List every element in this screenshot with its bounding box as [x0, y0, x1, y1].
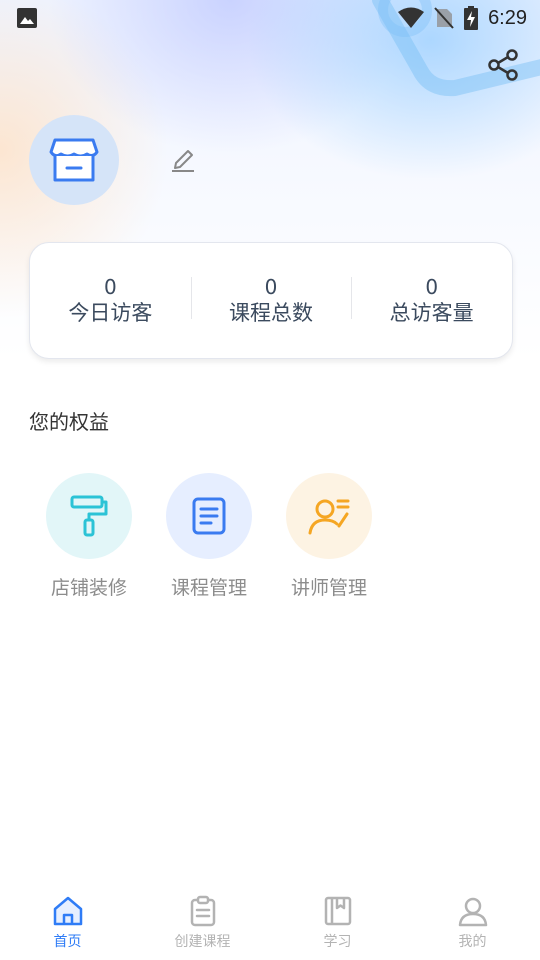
stat-total-courses[interactable]: 0 课程总数 — [190, 274, 352, 327]
document-icon — [192, 497, 226, 535]
stat-value: 0 — [425, 274, 439, 299]
store-icon — [49, 138, 99, 182]
stat-value: 0 — [264, 274, 278, 299]
stat-today-visitors[interactable]: 0 今日访客 — [30, 275, 191, 327]
benefit-label: 讲师管理 — [290, 577, 367, 599]
tab-label: 创建课程 — [174, 934, 231, 950]
benefits-title: 您的权益 — [29, 410, 109, 434]
clipboard-icon — [190, 895, 215, 927]
tab-create-course[interactable]: 创建课程 — [135, 895, 270, 960]
status-time: 6:29 — [488, 6, 527, 29]
stat-value: 0 — [103, 274, 117, 299]
benefit-store-decoration[interactable]: 店铺装修 — [46, 473, 132, 600]
wifi-icon — [398, 7, 425, 28]
stat-label: 课程总数 — [229, 300, 313, 325]
benefits-grid: 店铺装修 课程管理 讲师管理 — [46, 473, 406, 600]
user-icon — [458, 897, 487, 927]
tab-label: 我的 — [458, 934, 487, 950]
benefit-icon-circle — [286, 473, 372, 559]
pencil-icon[interactable] — [170, 145, 196, 173]
book-icon — [324, 896, 351, 926]
stat-total-visitors[interactable]: 0 总访客量 — [351, 275, 512, 327]
benefit-icon-circle — [166, 473, 252, 559]
tab-label: 首页 — [53, 934, 82, 950]
share-icon[interactable] — [486, 48, 520, 82]
tab-home[interactable]: 首页 — [0, 895, 135, 960]
avatar[interactable] — [29, 115, 119, 205]
home-icon — [53, 896, 82, 926]
bottom-tab-bar: 首页 创建课程 学习 我的 — [0, 895, 540, 960]
paint-roller-icon — [70, 495, 108, 537]
benefit-course-management[interactable]: 课程管理 — [166, 473, 252, 600]
benefit-lecturer-management[interactable]: 讲师管理 — [286, 473, 372, 600]
benefit-label: 课程管理 — [170, 577, 247, 599]
benefit-icon-circle — [46, 473, 132, 559]
stat-label: 今日访客 — [68, 300, 153, 325]
stats-card: 0 今日访客 0 课程总数 0 总访客量 — [29, 242, 513, 359]
battery-charging-icon — [464, 6, 479, 30]
benefit-label: 店铺装修 — [50, 577, 127, 599]
user-list-icon — [308, 499, 350, 535]
tab-mine[interactable]: 我的 — [405, 895, 540, 960]
no-sim-icon — [434, 7, 454, 29]
tab-label: 学习 — [323, 934, 352, 950]
stat-label: 总访客量 — [389, 300, 474, 325]
status-bar: 6:29 — [0, 0, 540, 36]
image-icon — [17, 8, 37, 28]
tab-study[interactable]: 学习 — [270, 895, 405, 960]
